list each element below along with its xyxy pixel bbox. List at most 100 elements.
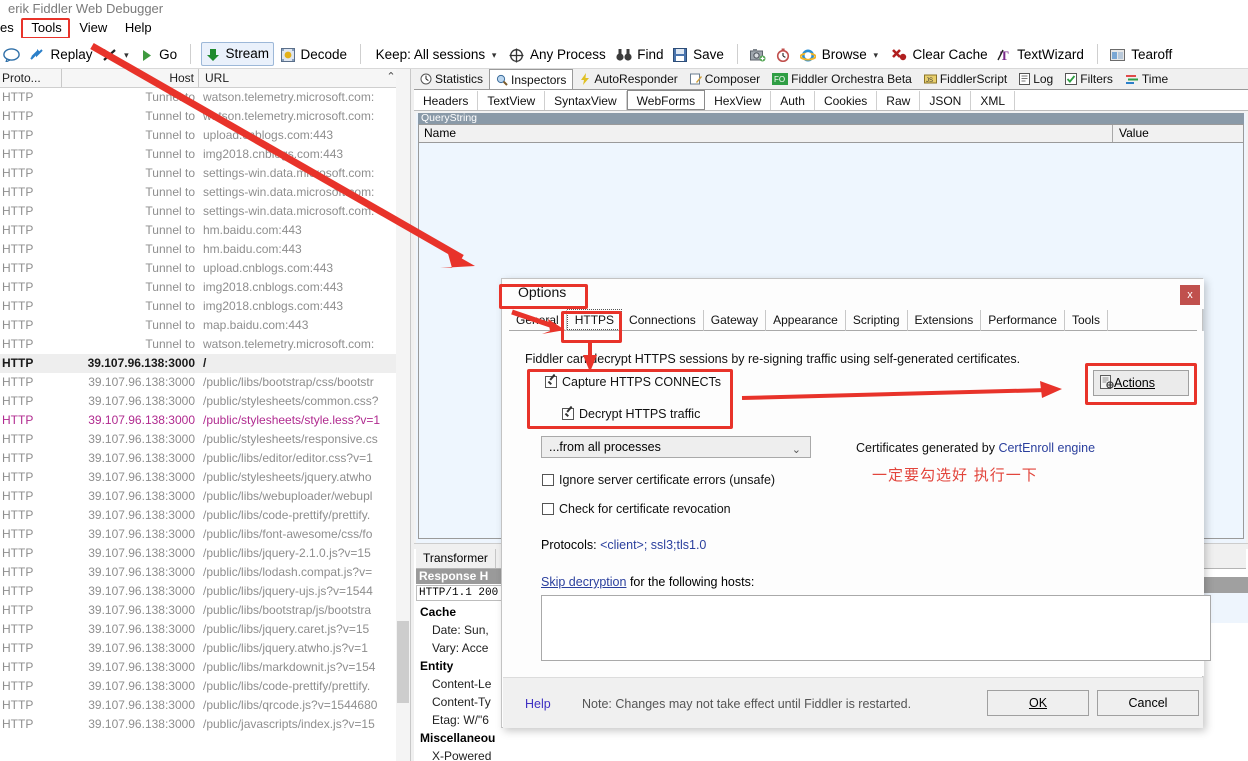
table-row[interactable]: HTTP 39.107.96.138:3000/public/libs/markd… [0,658,396,677]
tearoff-button[interactable]: Tearoff [1107,39,1175,68]
textwizard-button[interactable]: T TextWizard [994,39,1087,68]
table-row[interactable]: HTTP 39.107.96.138:3000/public/stylesheet… [0,430,396,449]
table-row[interactable]: HTTP 39.107.96.138:3000/public/libs/font-… [0,525,396,544]
save-button[interactable]: Save [670,39,727,68]
table-row[interactable]: HTTP Tunnel to watson.telemetry.microsoft.… [0,107,396,126]
grid-col-value[interactable]: Value [1114,125,1149,142]
table-row[interactable]: HTTP Tunnel to map.baidu.com:443 [0,316,396,335]
check-revocation-checkbox[interactable] [542,503,554,515]
dialog-tab-extensions[interactable]: Extensions [908,310,982,331]
sessions-list[interactable]: Proto... Host URL ⌃ HTTP Tunnel to watson.… [0,69,410,761]
decrypt-https-traffic-row[interactable]: Decrypt HTTPS traffic [562,407,700,421]
cancel-button[interactable]: Cancel [1097,690,1199,716]
dialog-tab-https[interactable]: HTTPS [566,309,623,330]
subtab-xml[interactable]: XML [971,91,1016,110]
subtab-auth[interactable]: Auth [771,91,815,110]
table-row[interactable]: HTTP Tunnel to img2018.cnblogs.com:443 [0,145,396,164]
dialog-tab-appearance[interactable]: Appearance [766,310,846,331]
subtab-cookies[interactable]: Cookies [815,91,878,110]
table-row[interactable]: HTTP 39.107.96.138:3000/public/stylesheet… [0,392,396,411]
menu-item-files[interactable]: es [0,18,21,38]
ok-button[interactable]: OK [987,690,1089,716]
subtab-webforms[interactable]: WebForms [626,90,706,110]
table-row[interactable]: HTTP 39.107.96.138:3000/public/stylesheet… [0,411,396,430]
table-row[interactable]: HTTP Tunnel to settings-win.data.microsoft… [0,183,396,202]
table-row[interactable]: HTTP Tunnel to upload.cnblogs.com:443 [0,259,396,278]
table-row[interactable]: HTTP 39.107.96.138:3000/public/libs/code-… [0,677,396,696]
skip-decryption-link[interactable]: Skip decryption [541,575,626,589]
ignore-cert-errors-row[interactable]: Ignore server certificate errors (unsafe… [542,473,775,487]
go-button[interactable]: Go [138,39,180,68]
dialog-tab-connections[interactable]: Connections [622,310,704,331]
comment-bubble-button[interactable] [0,39,23,68]
check-revocation-row[interactable]: Check for certificate revocation [542,502,731,516]
table-row[interactable]: HTTP Tunnel to img2018.cnblogs.com:443 [0,297,396,316]
sessions-rows-container[interactable]: HTTP Tunnel to watson.telemetry.microsoft.… [0,88,396,761]
sessions-scrollbar-thumb[interactable] [397,621,409,703]
table-row[interactable]: HTTP Tunnel to hm.baidu.com:443 [0,221,396,240]
table-row[interactable]: HTTP Tunnel to upload.cnblogs.com:443 [0,126,396,145]
browse-dropdown-caret-icon[interactable]: ▾ [873,40,878,68]
decrypt-https-traffic-checkbox[interactable] [562,408,574,420]
table-row[interactable]: HTTP 39.107.96.138:3000/public/libs/jquer… [0,582,396,601]
screenshot-button[interactable] [747,39,769,68]
certenroll-engine-link[interactable]: CertEnroll engine [998,441,1095,455]
close-icon[interactable]: x [1180,285,1200,305]
subtab-syntaxview[interactable]: SyntaxView [545,91,627,110]
timer-button[interactable] [773,39,793,68]
tab-fiddlerscript[interactable]: JS FiddlerScript [918,69,1013,89]
table-row[interactable]: HTTP Tunnel to settings-win.data.microsoft… [0,202,396,221]
skip-hosts-textarea[interactable] [541,595,1211,661]
find-button[interactable]: Find [613,39,667,68]
table-row[interactable]: HTTP Tunnel to settings-win.data.microsoft… [0,164,396,183]
table-row[interactable]: HTTP 39.107.96.138:3000/public/libs/qrcod… [0,696,396,715]
subtab-headers[interactable]: Headers [414,91,479,110]
table-row[interactable]: HTTP 39.107.96.138:3000/public/javascript… [0,715,396,734]
sessions-vertical-scrollbar[interactable] [396,69,410,761]
subtab-raw[interactable]: Raw [877,91,921,110]
chevron-down-icon[interactable]: ⌄ [792,440,801,460]
column-header-url[interactable]: URL [200,69,385,87]
ignore-cert-errors-checkbox[interactable] [542,474,554,486]
subtab-json[interactable]: JSON [920,91,972,110]
column-header-host[interactable]: Host [63,69,199,87]
decode-button[interactable]: Decode [278,39,350,68]
dialog-tabstrip[interactable]: General HTTPS Connections Gateway Appearance… [509,309,1197,331]
tab-autoresponder[interactable]: AutoResponder [573,69,683,89]
actions-button[interactable]: Actions [1093,370,1189,396]
table-row[interactable]: HTTP 39.107.96.138:3000/public/libs/lodas… [0,563,396,582]
subtab-hexview[interactable]: HexView [705,91,772,110]
table-row[interactable]: HTTP Tunnel to hm.baidu.com:443 [0,240,396,259]
capture-https-connects-checkbox[interactable] [545,376,557,388]
table-row[interactable]: HTTP 39.107.96.138:3000/public/libs/code-… [0,506,396,525]
tab-fiddler-orchestra-beta[interactable]: FO Fiddler Orchestra Beta [766,69,918,89]
table-row[interactable]: HTTP 39.107.96.138:3000/public/libs/edito… [0,449,396,468]
table-row[interactable]: HTTP Tunnel to img2018.cnblogs.com:443 [0,278,396,297]
capture-https-connects-row[interactable]: Capture HTTPS CONNECTs [545,375,721,389]
remove-dropdown-caret-icon[interactable]: ▾ [124,40,129,68]
keep-sessions-button[interactable]: Keep: All sessions ▾ [371,39,503,68]
table-row[interactable]: HTTP 39.107.96.138:3000/public/libs/boots… [0,601,396,620]
tab-log[interactable]: Log [1013,69,1059,89]
tab-composer[interactable]: Composer [684,69,766,89]
dialog-tab-tools[interactable]: Tools [1065,310,1108,331]
dialog-tab-scripting[interactable]: Scripting [846,310,908,331]
dialog-tab-general[interactable]: General [509,310,567,331]
table-row[interactable]: HTTP 39.107.96.138:3000 / [0,354,396,373]
table-row[interactable]: HTTP 39.107.96.138:3000/public/libs/jquer… [0,639,396,658]
inspector-top-tabstrip[interactable]: Statistics Inspectors AutoResponder Compose… [414,69,1248,90]
table-row[interactable]: HTTP 39.107.96.138:3000/public/libs/jquer… [0,544,396,563]
subtab-textview[interactable]: TextView [478,91,546,110]
table-row[interactable]: HTTP 39.107.96.138:3000/public/libs/jquer… [0,620,396,639]
process-filter-dropdown[interactable]: ...from all processes ⌄ [541,436,811,458]
tab-transformer[interactable]: Transformer [416,549,496,568]
menu-item-help[interactable]: Help [118,18,159,38]
clear-cache-button[interactable]: Clear Cache [888,39,991,68]
tab-inspectors[interactable]: Inspectors [489,69,574,89]
help-link[interactable]: Help [525,697,551,711]
table-row[interactable]: HTTP 39.107.96.138:3000/public/stylesheet… [0,468,396,487]
dialog-tab-performance[interactable]: Performance [981,310,1065,331]
remove-button[interactable]: ▾ [99,39,134,68]
menu-item-tools[interactable]: Tools [24,18,68,38]
grid-col-name[interactable]: Name [419,125,1113,142]
